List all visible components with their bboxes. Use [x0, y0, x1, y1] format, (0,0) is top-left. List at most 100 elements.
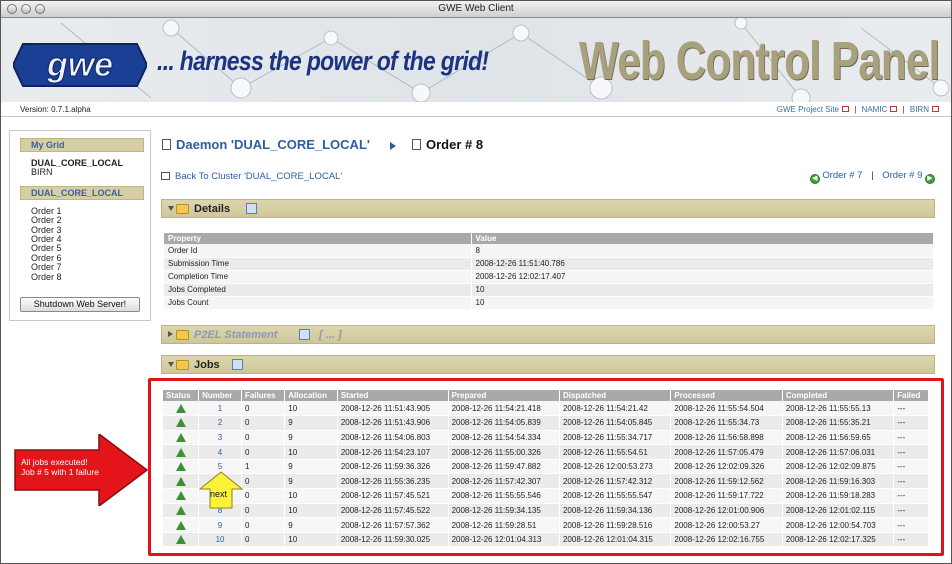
- job-allocation-cell: 9: [284, 473, 338, 490]
- job-allocation-cell: 9: [284, 415, 338, 431]
- callout-line-1: All jobs executed!: [21, 457, 88, 467]
- job-started-cell: 2008-12-26 11:57:45.521: [337, 488, 449, 504]
- callout-line-2: Job # 5 with 1 failure: [21, 467, 99, 477]
- job-dispatched-cell: 2008-12-26 11:55:54.51: [559, 444, 672, 460]
- jobs-header-processed[interactable]: Processed: [670, 390, 783, 401]
- browser-window: GWE Web Client gwe ... harness the power…: [0, 0, 952, 564]
- job-failed-cell: ---: [893, 488, 929, 504]
- status-ok-icon: [175, 476, 186, 486]
- job-failed-cell: ---: [893, 459, 929, 475]
- job-allocation-cell: 10: [284, 488, 338, 504]
- order-document-icon: [412, 139, 421, 150]
- banner-tagline: ... harness the power of the grid!: [157, 46, 489, 76]
- job-started-cell: 2008-12-26 11:51:43.906: [337, 415, 449, 431]
- details-info-icon[interactable]: [246, 203, 257, 214]
- job-allocation-cell: 10: [284, 401, 338, 417]
- job-started-cell: 2008-12-26 11:57:45.522: [337, 503, 449, 519]
- job-failures-cell: 0: [241, 444, 286, 460]
- status-ok-icon: [175, 491, 186, 501]
- link-gwe-project-site[interactable]: GWE Project Site: [777, 105, 839, 114]
- sidebar-cluster-birn[interactable]: BIRN: [10, 167, 150, 177]
- table-row: 6092008-12-26 11:55:36.2352008-12-26 11:…: [163, 473, 929, 490]
- table-row: Completion Time 2008-12-26 12:02:17.407: [164, 270, 934, 284]
- job-prepared-cell: 2008-12-26 11:54:21.418: [448, 401, 560, 417]
- jobs-header-failures[interactable]: Failures: [241, 390, 286, 401]
- job-number-cell[interactable]: 10: [198, 532, 242, 548]
- order-nav-separator: |: [871, 170, 874, 181]
- next-arrow-icon[interactable]: ▶: [925, 174, 935, 184]
- top-links: GWE Project Site | NAMIC | BIRN: [777, 105, 939, 114]
- job-number-cell[interactable]: 2: [198, 415, 242, 431]
- jobs-info-icon[interactable]: [232, 359, 243, 370]
- jobs-header-completed[interactable]: Completed: [782, 390, 895, 401]
- external-link-icon: [842, 106, 849, 112]
- status-cell: [163, 532, 200, 548]
- p2el-ellipsis[interactable]: [ ... ]: [319, 329, 342, 341]
- jobs-header-status[interactable]: Status: [163, 390, 200, 401]
- p2el-edit-icon[interactable]: [299, 329, 310, 340]
- shutdown-server-button[interactable]: Shutdown Web Server!: [20, 297, 140, 312]
- job-failed-cell: ---: [893, 473, 929, 490]
- jobs-header-failed[interactable]: Failed: [893, 390, 929, 401]
- sidebar-heading-my-grid[interactable]: My Grid: [20, 138, 144, 152]
- job-dispatched-cell: 2008-12-26 11:54:21.42: [559, 401, 672, 417]
- job-started-cell: 2008-12-26 11:57:57.362: [337, 517, 449, 533]
- status-cell: [163, 430, 200, 446]
- job-number-cell[interactable]: 3: [198, 430, 242, 446]
- collapsed-triangle-icon: [168, 331, 173, 337]
- job-failures-cell: 0: [241, 415, 286, 431]
- table-row: Jobs Completed 10: [164, 283, 934, 297]
- job-number-cell[interactable]: 4: [198, 444, 242, 460]
- status-cell: [163, 503, 200, 519]
- status-cell: [163, 517, 200, 533]
- job-processed-cell: 2008-12-26 11:59:12.562: [670, 473, 783, 490]
- section-jobs-header[interactable]: Jobs: [161, 355, 935, 374]
- link-namic[interactable]: NAMIC: [862, 105, 888, 114]
- section-details-title: Details: [194, 203, 231, 215]
- previous-arrow-icon[interactable]: ◀: [809, 174, 820, 184]
- details-property: Order Id: [164, 244, 472, 258]
- sidebar-heading-cluster[interactable]: DUAL_CORE_LOCAL: [20, 185, 144, 200]
- status-ok-icon: [175, 505, 186, 515]
- job-dispatched-cell: 2008-12-26 11:59:28.516: [559, 517, 672, 533]
- external-link-icon: [932, 106, 939, 112]
- job-number-cell[interactable]: 1: [198, 401, 242, 417]
- job-number-cell[interactable]: 9: [198, 517, 242, 533]
- jobs-header-prepared[interactable]: Prepared: [448, 390, 560, 401]
- job-failed-cell: ---: [893, 415, 929, 431]
- previous-order-link[interactable]: Order # 7: [822, 170, 862, 181]
- details-property: Jobs Count: [164, 296, 472, 310]
- job-failures-cell: 1: [241, 459, 286, 475]
- status-ok-icon: [175, 462, 186, 472]
- section-details-header[interactable]: Details: [161, 199, 935, 218]
- next-order-link[interactable]: Order # 9: [882, 170, 922, 181]
- table-row: Order Id 8: [164, 244, 934, 258]
- job-completed-cell: 2008-12-26 11:55:35.21: [782, 415, 895, 431]
- job-started-cell: 2008-12-26 11:54:23.107: [337, 444, 449, 460]
- sidebar-order-8[interactable]: Order 8: [10, 272, 150, 282]
- job-completed-cell: 2008-12-26 12:02:09.875: [782, 459, 895, 475]
- job-processed-cell: 2008-12-26 11:55:54.504: [670, 401, 783, 417]
- jobs-header-allocation[interactable]: Allocation: [284, 390, 338, 401]
- job-processed-cell: 2008-12-26 11:55:34.73: [670, 415, 783, 431]
- table-row: 5 1 9 2008-12-26 11:59:36.326 2008-12-26 11:…: [163, 459, 929, 475]
- status-ok-icon: [175, 418, 186, 428]
- daemon-icon: [162, 139, 171, 150]
- title-bar: GWE Web Client: [1, 1, 951, 18]
- job-started-cell: 2008-12-26 11:51:43.905: [337, 401, 449, 417]
- job-dispatched-cell: 2008-12-26 11:54:05.845: [559, 415, 672, 431]
- back-to-cluster-link[interactable]: Back To Cluster 'DUAL_CORE_LOCAL': [175, 171, 342, 182]
- jobs-header-dispatched[interactable]: Dispatched: [559, 390, 672, 401]
- job-allocation-cell: 9: [284, 430, 338, 446]
- status-ok-icon: [175, 432, 186, 442]
- details-property: Jobs Completed: [164, 283, 472, 297]
- breadcrumb-daemon[interactable]: Daemon 'DUAL_CORE_LOCAL': [176, 137, 370, 152]
- jobs-table: Status Number Failures Allocation Started Pre…: [163, 390, 929, 548]
- job-allocation-cell: 10: [284, 532, 338, 548]
- jobs-header-number[interactable]: Number: [198, 390, 242, 401]
- jobs-header-started[interactable]: Started: [337, 390, 449, 401]
- section-p2el-header[interactable]: P2EL Statement [ ... ]: [161, 325, 935, 344]
- link-birn[interactable]: BIRN: [910, 105, 929, 114]
- sidebar: My Grid DUAL_CORE_LOCAL BIRN DUAL_CORE_L…: [9, 130, 151, 321]
- table-row: Submission Time 2008-12-26 11:51:40.786: [164, 257, 934, 271]
